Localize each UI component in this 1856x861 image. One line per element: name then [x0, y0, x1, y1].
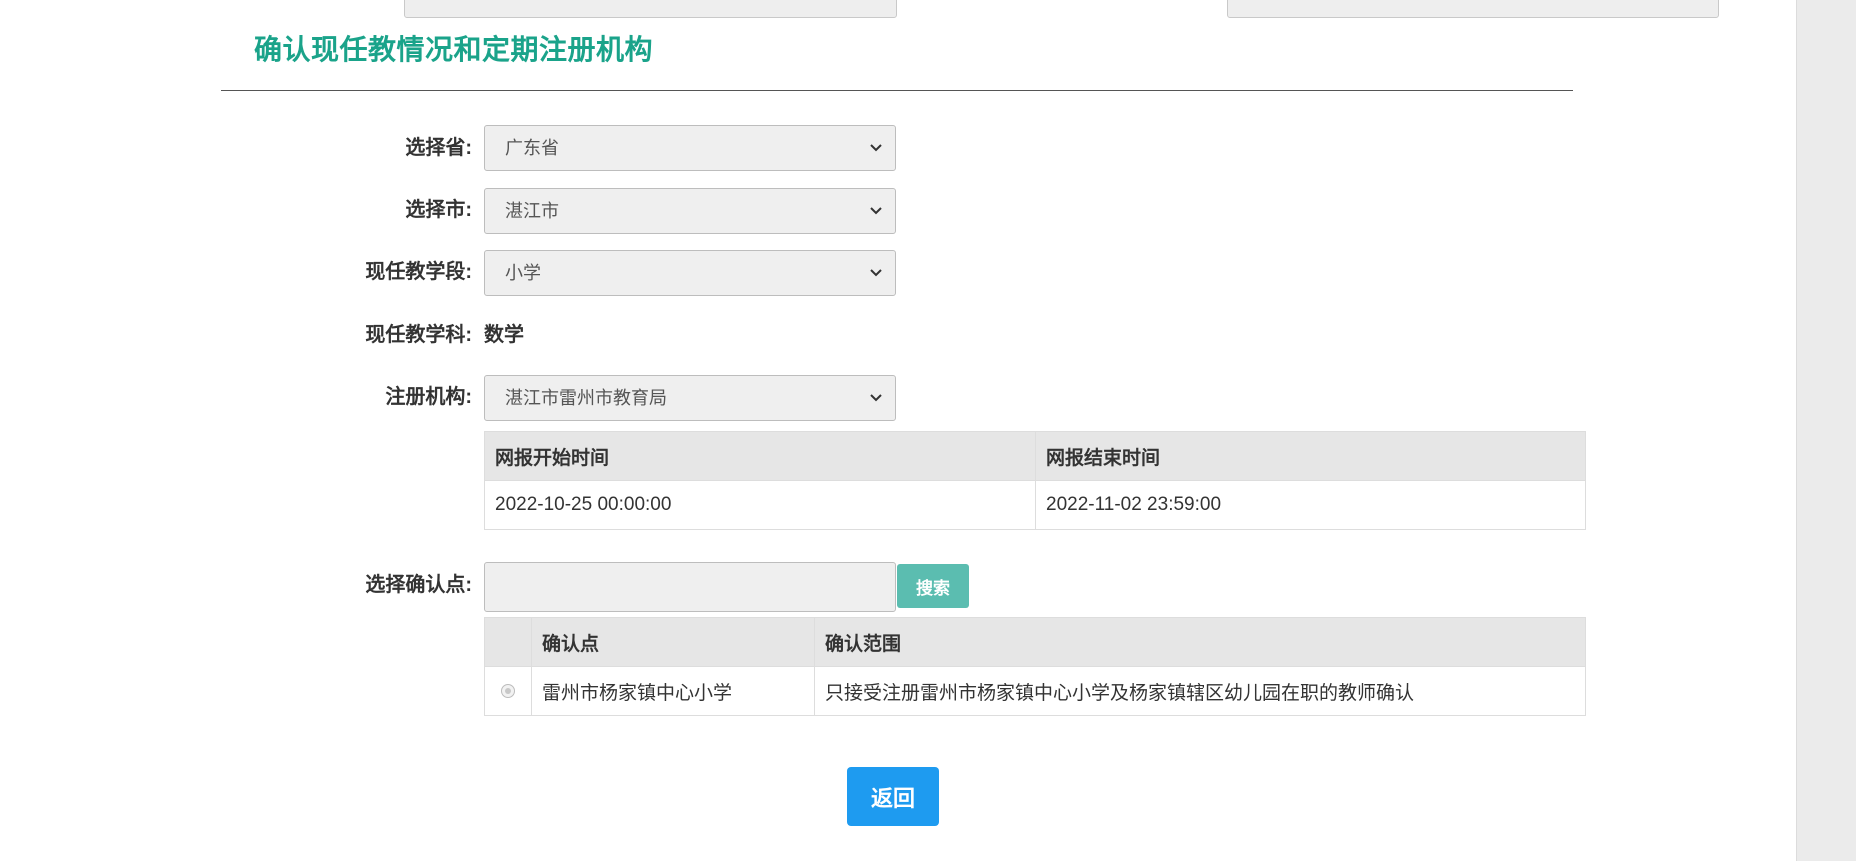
chevron-down-icon [867, 189, 885, 233]
chevron-down-icon [867, 376, 885, 420]
period-end-cell: 2022-11-02 23:59:00 [1035, 480, 1586, 530]
search-button[interactable]: 搜索 [897, 564, 969, 608]
province-label: 选择省: [405, 137, 472, 159]
page: 确认现任教情况和定期注册机构 选择省: 广东省 选择市: 湛江市 现任教学段: … [0, 0, 1856, 861]
confirm-point-label: 选择确认点: [365, 574, 472, 596]
city-select-value: 湛江市 [505, 201, 559, 221]
period-start-cell: 2022-10-25 00:00:00 [484, 480, 1036, 530]
period-start-header: 网报开始时间 [484, 431, 1036, 481]
top-input-right-cut[interactable] [1227, 0, 1719, 18]
row-select-cell[interactable] [484, 666, 532, 716]
subject-value: 数学 [484, 324, 524, 346]
chevron-down-icon [867, 251, 885, 295]
scrollbar-track[interactable] [1796, 0, 1856, 861]
agency-label: 注册机构: [385, 386, 472, 408]
stage-select-value: 小学 [505, 263, 541, 283]
agency-select[interactable]: 湛江市雷州市教育局 [484, 375, 896, 421]
table-row: 2022-10-25 00:00:00 2022-11-02 23:59:00 [484, 480, 1586, 530]
confirm-point-cell: 雷州市杨家镇中心小学 [531, 666, 815, 716]
chevron-down-icon [867, 126, 885, 170]
section-divider [221, 90, 1573, 91]
stage-label: 现任教学段: [365, 261, 472, 283]
period-end-header: 网报结束时间 [1035, 431, 1586, 481]
city-select[interactable]: 湛江市 [484, 188, 896, 234]
agency-select-value: 湛江市雷州市教育局 [505, 388, 667, 408]
radio-icon[interactable] [501, 683, 515, 698]
period-table: 网报开始时间 网报结束时间 2022-10-25 00:00:00 2022-1… [484, 431, 1586, 530]
table-row[interactable]: 雷州市杨家镇中心小学 只接受注册雷州市杨家镇中心小学及杨家镇辖区幼儿园在职的教师… [484, 666, 1586, 716]
subject-label: 现任教学科: [365, 324, 472, 346]
back-button[interactable]: 返回 [847, 767, 939, 826]
stage-select[interactable]: 小学 [484, 250, 896, 296]
confirm-point-header: 确认点 [531, 617, 815, 667]
confirm-point-search-input[interactable] [484, 562, 896, 612]
table-header-row: 网报开始时间 网报结束时间 [484, 431, 1586, 481]
province-select[interactable]: 广东省 [484, 125, 896, 171]
top-input-left-cut[interactable] [404, 0, 897, 18]
table-header-row: 确认点 确认范围 [484, 617, 1586, 667]
section-title: 确认现任教情况和定期注册机构 [254, 34, 654, 65]
confirm-points-table: 确认点 确认范围 雷州市杨家镇中心小学 只接受注册雷州市杨家镇中心小学及杨家镇辖… [484, 617, 1586, 716]
province-select-value: 广东省 [505, 138, 559, 158]
confirm-scope-cell: 只接受注册雷州市杨家镇中心小学及杨家镇辖区幼儿园在职的教师确认 [814, 666, 1586, 716]
select-header [484, 617, 532, 667]
confirm-scope-header: 确认范围 [814, 617, 1586, 667]
city-label: 选择市: [405, 199, 472, 221]
